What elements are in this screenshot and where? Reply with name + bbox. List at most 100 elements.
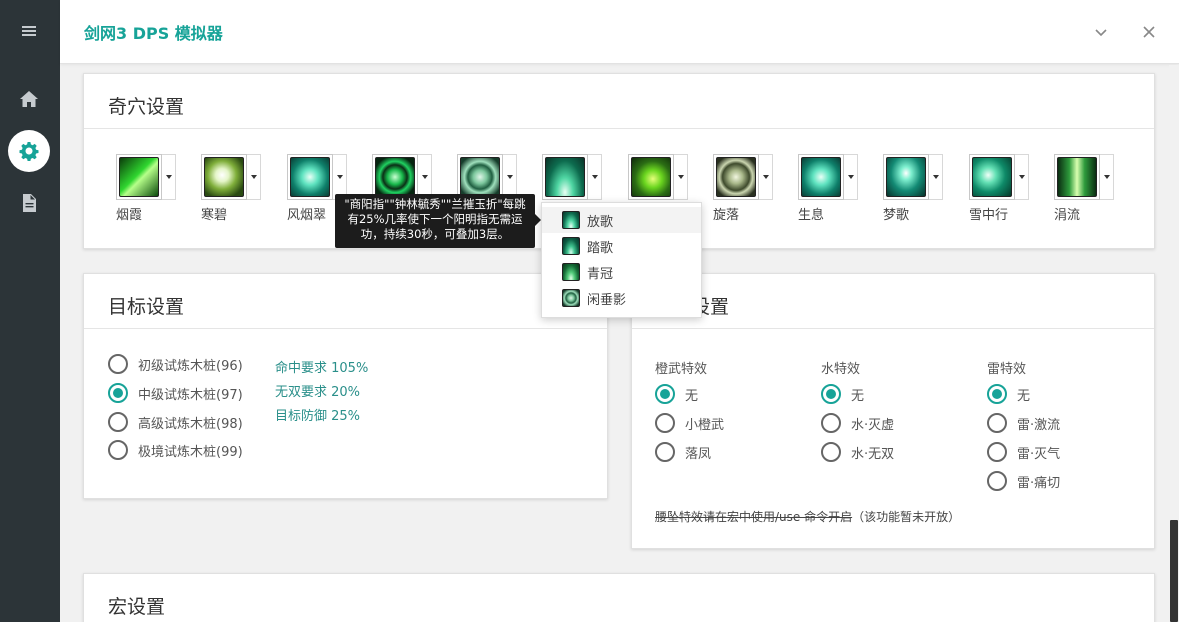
sidebar [0,0,60,622]
dropdown-arrow-icon[interactable] [162,154,176,200]
radio-button[interactable] [655,384,675,404]
talent-icon[interactable] [542,154,588,200]
talent-slot-9[interactable]: 生息 [798,154,860,224]
talent-slot-2[interactable]: 寒碧 [201,154,263,224]
target-settings-card: 目标设置 初级试炼木桩(96) 中级试炼木桩(97) 高级试炼木桩(98) 极境… [83,273,608,499]
talent-name: 寒碧 [201,208,228,223]
dropdown-arrow-icon[interactable] [588,154,602,200]
radio-button[interactable] [987,471,1007,491]
note-tail: （该功能暂未开放） [852,510,961,524]
talent-icon[interactable] [1054,154,1100,200]
talent-option-icon [562,289,580,307]
talent-slot-12[interactable]: 涓流 [1054,154,1116,224]
option-label: 雷·痛切 [1017,475,1061,491]
radio-button[interactable] [108,383,128,403]
talent-name: 梦歌 [883,208,910,223]
column-header: 雷特效 [987,362,1027,377]
note-struck: 腰坠特效请在宏中使用/use 命令开启 [655,510,853,524]
target-option-3[interactable]: 高级试炼木桩(98) [108,412,243,432]
dropdown-item-label: 闲垂影 [587,292,627,308]
gear-icon[interactable] [8,130,50,172]
thunder-effect-option[interactable]: 雷·痛切 [987,471,1060,491]
dropdown-item-label: 放歌 [587,214,614,230]
radio-button[interactable] [108,440,128,460]
talent-icon[interactable] [969,154,1015,200]
radio-button[interactable] [821,413,841,433]
card-title: 目标设置 [108,296,185,318]
dropdown-item[interactable]: 踏歌 [542,233,701,259]
thunder-effect-option[interactable]: 雷·灭气 [987,442,1060,462]
talent-slot-1[interactable]: 烟霞 [116,154,178,224]
home-icon[interactable] [8,78,50,120]
radio-button[interactable] [108,354,128,374]
talent-icon[interactable] [201,154,247,200]
app-title: 剑网3 DPS 模拟器 [84,24,223,43]
radio-button[interactable] [987,442,1007,462]
strain-requirement: 无双要求 20% [275,385,361,400]
water-effect-option[interactable]: 无 [821,384,864,404]
option-label: 雷·灭气 [1017,446,1061,462]
dropdown-item[interactable]: 青冠 [542,259,701,285]
orange-weapon-option[interactable]: 落凤 [655,442,711,462]
talent-tooltip: "商阳指""钟林毓秀""兰摧玉折"每跳有25%几率使下一个阳明指无需运功，持续3… [335,194,541,248]
scrollbar-thumb[interactable] [1170,520,1178,622]
dropdown-arrow-icon[interactable] [1100,154,1114,200]
radio-button[interactable] [655,442,675,462]
talent-slot-11[interactable]: 雪中行 [969,154,1031,224]
thunder-effect-option[interactable]: 无 [987,384,1030,404]
document-icon[interactable] [8,182,50,224]
waist-effect-note: 腰坠特效请在宏中使用/use 命令开启（该功能暂未开放） [655,508,960,525]
app-header: 剑网3 DPS 模拟器 [60,0,1179,64]
talent-icon[interactable] [287,154,333,200]
option-label: 无 [851,388,865,404]
target-option-1[interactable]: 初级试炼木桩(96) [108,354,243,374]
thunder-effect-option[interactable]: 雷·激流 [987,413,1060,433]
radio-button[interactable] [987,384,1007,404]
option-label: 水·灭虚 [851,417,895,433]
chevron-down-icon[interactable] [1091,22,1111,42]
talent-icon[interactable] [798,154,844,200]
talent-option-icon [562,237,580,255]
option-label: 水·无双 [851,446,895,462]
talent-icon[interactable] [713,154,759,200]
column-header: 橙武特效 [655,362,708,377]
orange-weapon-option[interactable]: 小橙武 [655,413,724,433]
main-content: 奇穴设置 烟霞 寒碧 风烟翠 旋落 生息 梦歌 雪中行 涓流 目标设置 初级试炼… [60,65,1169,622]
talent-name: 旋落 [713,208,740,223]
radio-button[interactable] [108,412,128,432]
radio-button[interactable] [987,413,1007,433]
talent-name: 烟霞 [116,208,143,223]
target-option-4[interactable]: 极境试炼木桩(99) [108,440,243,460]
menu-icon[interactable] [8,10,50,52]
orange-weapon-option[interactable]: 无 [655,384,698,404]
dropdown-arrow-icon[interactable] [674,154,688,200]
talent-slot-8[interactable]: 旋落 [713,154,775,224]
dropdown-arrow-icon[interactable] [759,154,773,200]
water-effect-option[interactable]: 水·无双 [821,442,894,462]
talent-name: 涓流 [1054,208,1081,223]
radio-button[interactable] [655,413,675,433]
macro-settings-card: 宏设置 [83,573,1155,622]
column-header: 水特效 [821,362,861,377]
close-icon[interactable] [1139,22,1159,42]
dropdown-item[interactable]: 放歌 [542,207,701,233]
card-title: 宏设置 [108,596,166,618]
dropdown-arrow-icon[interactable] [844,154,858,200]
talent-icon[interactable] [883,154,929,200]
scrollbar[interactable] [1169,65,1179,622]
radio-button[interactable] [821,384,841,404]
dropdown-arrow-icon[interactable] [247,154,261,200]
talent-slot-10[interactable]: 梦歌 [883,154,945,224]
dropdown-arrow-icon[interactable] [929,154,943,200]
water-effect-option[interactable]: 水·灭虚 [821,413,894,433]
radio-button[interactable] [821,442,841,462]
dropdown-item[interactable]: 闲垂影 [542,285,701,311]
effects-settings-card: 设置 橙武特效 无 小橙武 落凤 水特效 无 水·灭虚 水·无双 雷特效 无 雷… [631,273,1155,549]
dropdown-arrow-icon[interactable] [1015,154,1029,200]
target-option-2[interactable]: 中级试炼木桩(97) [108,383,243,403]
option-label: 落凤 [685,446,712,462]
talent-icon[interactable] [628,154,674,200]
divider [84,328,607,329]
target-defense: 目标防御 25% [275,409,361,424]
talent-icon[interactable] [116,154,162,200]
